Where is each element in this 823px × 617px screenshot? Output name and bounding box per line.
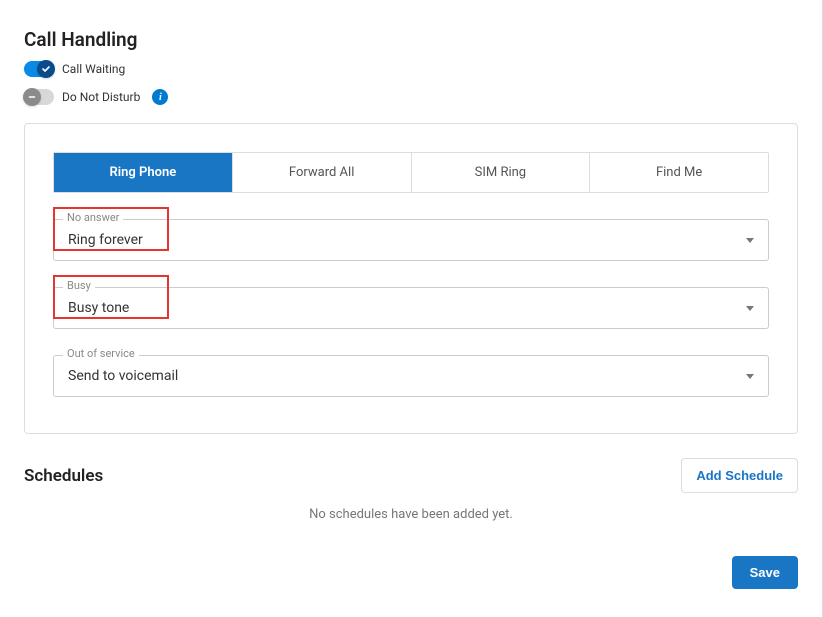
schedules-empty-text: No schedules have been added yet. [24, 507, 798, 522]
tab-forward-all[interactable]: Forward All [233, 153, 412, 192]
busy-field: Busy Busy tone [53, 287, 769, 329]
tab-sim-ring[interactable]: SIM Ring [412, 153, 591, 192]
busy-select[interactable]: Busy tone [53, 287, 769, 329]
dnd-toggle[interactable] [24, 89, 54, 105]
tab-label: Find Me [656, 165, 702, 180]
call-handling-panel: Ring Phone Forward All SIM Ring Find Me … [24, 123, 798, 434]
no-answer-select[interactable]: Ring forever [53, 219, 769, 261]
call-waiting-toggle[interactable] [24, 61, 54, 77]
add-schedule-button[interactable]: Add Schedule [681, 458, 798, 493]
call-waiting-row: Call Waiting [24, 61, 798, 77]
save-button[interactable]: Save [732, 556, 798, 589]
out-of-service-field: Out of service Send to voicemail [53, 355, 769, 397]
tab-label: Ring Phone [110, 165, 177, 180]
save-label: Save [750, 565, 780, 580]
chevron-down-icon [746, 238, 754, 243]
no-answer-label: No answer [63, 211, 123, 224]
out-of-service-label: Out of service [63, 347, 139, 360]
out-of-service-select[interactable]: Send to voicemail [53, 355, 769, 397]
dnd-label: Do Not Disturb [62, 90, 140, 104]
no-answer-field: No answer Ring forever [53, 219, 769, 261]
check-icon [37, 60, 55, 78]
chevron-down-icon [746, 306, 754, 311]
schedules-title: Schedules [24, 466, 103, 486]
info-icon[interactable]: i [152, 89, 168, 105]
tab-find-me[interactable]: Find Me [590, 153, 768, 192]
tabs: Ring Phone Forward All SIM Ring Find Me [53, 152, 769, 193]
save-row: Save [732, 556, 798, 589]
call-waiting-label: Call Waiting [62, 62, 125, 76]
tab-label: SIM Ring [475, 165, 526, 180]
chevron-down-icon [746, 374, 754, 379]
schedules-header: Schedules Add Schedule [24, 458, 798, 493]
out-of-service-value: Send to voicemail [68, 368, 178, 384]
busy-label: Busy [63, 279, 95, 292]
busy-value: Busy tone [68, 300, 129, 316]
dnd-row: Do Not Disturb i [24, 89, 798, 105]
add-schedule-label: Add Schedule [696, 468, 783, 483]
no-answer-value: Ring forever [68, 232, 143, 248]
page-title: Call Handling [24, 28, 798, 51]
minus-icon [23, 88, 41, 106]
tab-label: Forward All [289, 165, 354, 180]
tab-ring-phone[interactable]: Ring Phone [54, 153, 233, 192]
